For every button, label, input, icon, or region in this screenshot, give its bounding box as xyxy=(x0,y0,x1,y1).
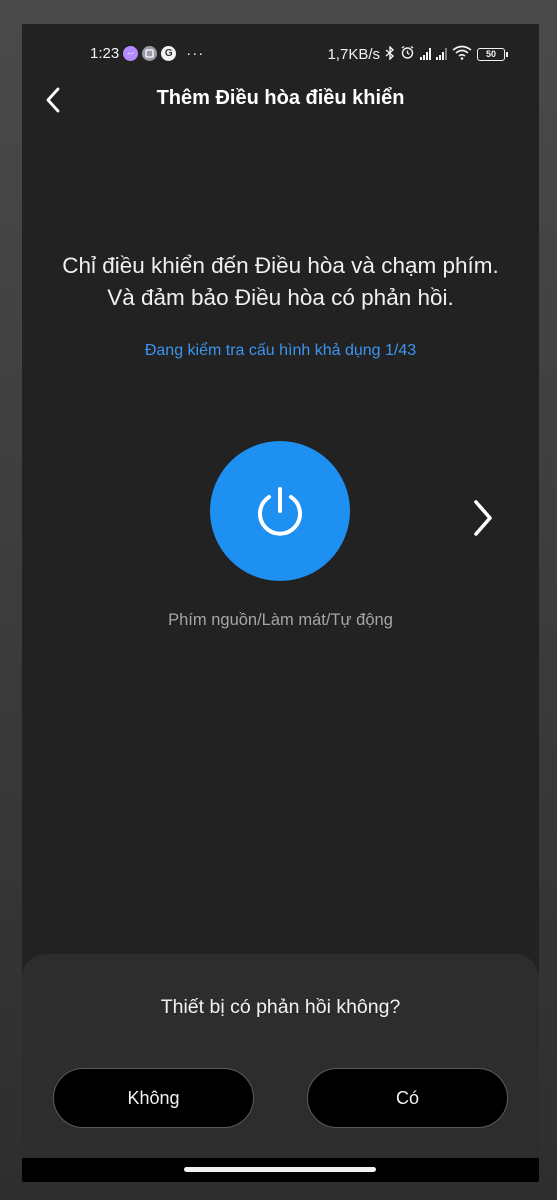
wifi-icon xyxy=(452,45,472,63)
next-key-button[interactable] xyxy=(463,494,503,542)
config-check-status: Đang kiểm tra cấu hình khả dụng 1/43 xyxy=(144,342,417,359)
bluetooth-icon xyxy=(385,44,395,63)
app-screen: 1:23 G ··· 1,7KB/s 50 Thêm Điều hòa điều… xyxy=(22,24,539,1182)
google-icon: G xyxy=(161,46,177,61)
status-bar-left: 1:23 G ··· xyxy=(90,45,204,62)
instruction-line-1: Chỉ điều khiển đến Điều hòa và chạm phím… xyxy=(62,253,499,278)
power-key-button[interactable] xyxy=(210,441,350,581)
status-bar-right: 1,7KB/s 50 xyxy=(327,44,508,63)
network-speed: 1,7KB/s xyxy=(327,45,380,63)
instruction-text: Chỉ điều khiển đến Điều hòa và chạm phím… xyxy=(22,250,539,314)
response-sheet: Thiết bị có phản hồi không? Không Có xyxy=(22,954,539,1182)
more-notifications-icon: ··· xyxy=(186,45,205,62)
signal-2-icon xyxy=(436,48,447,60)
battery-icon: 50 xyxy=(477,47,508,61)
power-icon xyxy=(258,487,302,536)
navigation-bar xyxy=(22,1158,539,1182)
key-label: Phím nguồn/Làm mát/Tự động xyxy=(168,611,393,629)
app-header: Thêm Điều hòa điều khiển xyxy=(22,80,539,120)
device-frame: 1:23 G ··· 1,7KB/s 50 Thêm Điều hòa điều… xyxy=(0,0,557,1200)
page-title: Thêm Điều hòa điều khiển xyxy=(156,87,405,109)
yes-button[interactable]: Có xyxy=(307,1068,508,1128)
messenger-icon xyxy=(123,46,139,61)
status-bar: 1:23 G ··· 1,7KB/s 50 xyxy=(22,24,539,84)
signal-icon xyxy=(420,48,431,60)
gallery-icon xyxy=(142,46,158,61)
no-button[interactable]: Không xyxy=(53,1068,254,1128)
home-indicator[interactable] xyxy=(184,1167,376,1172)
status-time: 1:23 xyxy=(90,45,120,62)
response-question: Thiết bị có phản hồi không? xyxy=(160,996,401,1018)
chevron-right-icon xyxy=(474,500,492,536)
alarm-icon xyxy=(400,45,415,63)
instruction-line-2: Và đảm bảo Điều hòa có phản hồi. xyxy=(107,285,454,310)
